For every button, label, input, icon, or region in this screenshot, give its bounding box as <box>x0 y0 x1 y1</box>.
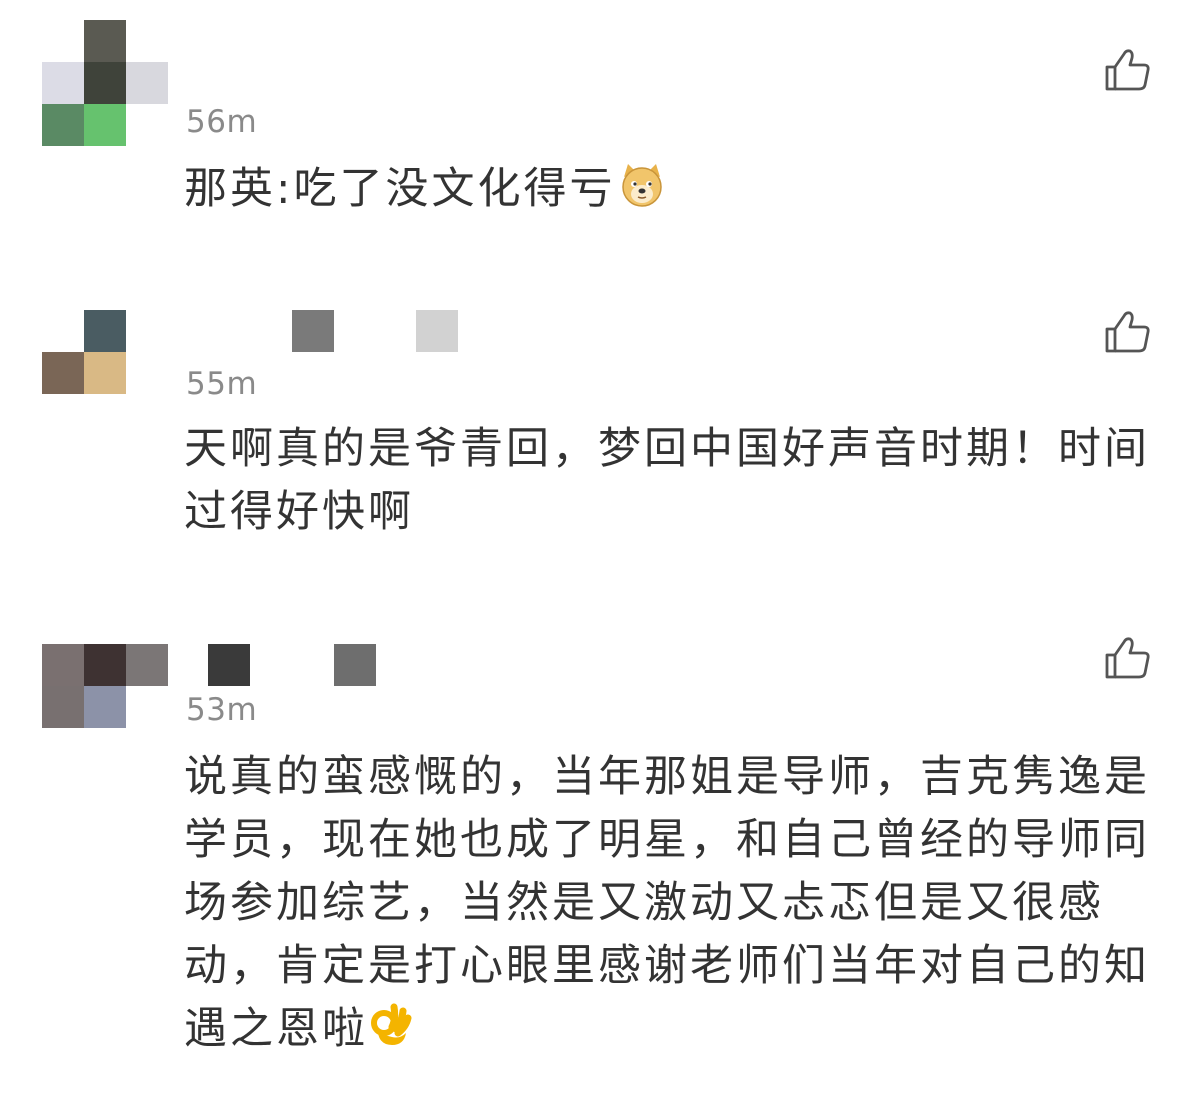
comment-text: 说真的蛮感慨的，当年那姐是导师，吉克隽逸是学员，现在她也成了明星，和自己曾经的导… <box>184 746 1174 1067</box>
like-button[interactable] <box>1104 48 1152 92</box>
comment-text: 那英:吃了没文化得亏 <box>184 158 1174 227</box>
thumbs-up-icon <box>1105 637 1150 679</box>
comment-text: 天啊真的是爷青回，梦回中国好声音时期！时间过得好快啊 <box>184 424 1150 537</box>
comment-item: 53m 说真的蛮感慨的，当年那姐是导师，吉克隽逸是学员，现在她也成了明星，和自己… <box>0 590 1200 1103</box>
comment-item: 55m 天啊真的是爷青回，梦回中国好声音时期！时间过得好快啊 <box>0 250 1200 590</box>
comment-time: 56m <box>186 104 258 140</box>
like-button[interactable] <box>1104 636 1152 680</box>
like-button[interactable] <box>1104 310 1152 354</box>
username-blurred[interactable] <box>292 310 334 352</box>
comment-time: 55m <box>186 366 258 402</box>
comment-text-content: 那英:吃了没文化得亏 <box>184 164 616 214</box>
ok-hand-emoji <box>370 999 412 1067</box>
thumbs-up-icon <box>1105 49 1150 91</box>
thumbs-up-icon <box>1105 311 1150 353</box>
doge-emoji <box>618 161 666 227</box>
username-blurred[interactable] <box>334 644 376 686</box>
username-blurred[interactable] <box>416 310 458 352</box>
comment-item: 56m 那英:吃了没文化得亏 <box>0 0 1200 250</box>
avatar[interactable] <box>42 20 168 146</box>
avatar[interactable] <box>42 310 166 434</box>
username-blurred[interactable] <box>208 644 250 686</box>
comment-text-content: 说真的蛮感慨的，当年那姐是导师，吉克隽逸是学员，现在她也成了明星，和自己曾经的导… <box>184 752 1150 1054</box>
comment-time: 53m <box>186 692 258 728</box>
avatar[interactable] <box>42 644 168 768</box>
